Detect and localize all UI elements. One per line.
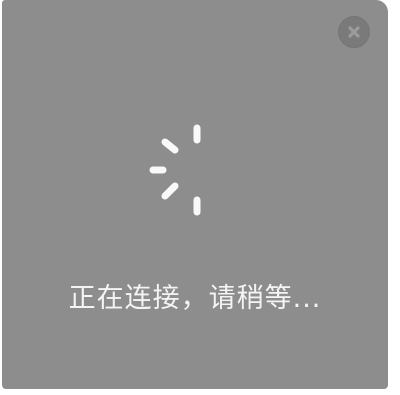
spinner-tick [161, 138, 179, 154]
close-icon [348, 26, 360, 38]
loading-dialog: 正在连接，请稍等... [2, 0, 388, 389]
loading-spinner-icon [149, 124, 201, 216]
connecting-status-text: 正在连接，请稍等... [68, 283, 322, 314]
close-button[interactable] [338, 16, 370, 48]
spinner-tick [161, 182, 179, 200]
